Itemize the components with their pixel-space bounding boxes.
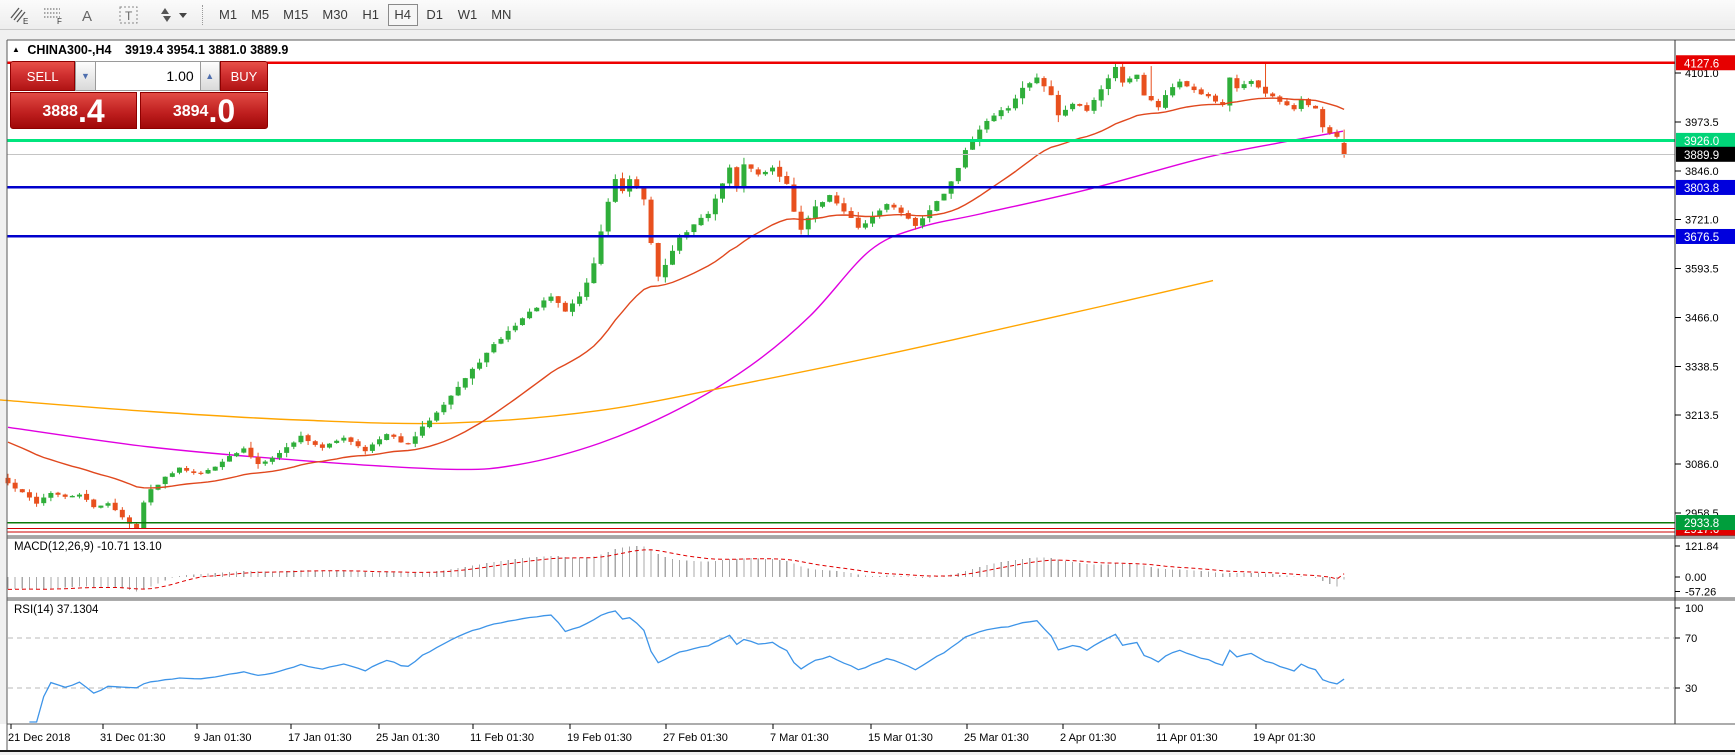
rsi-tick-30: 30 — [1685, 683, 1697, 695]
buy-price-decimal: .0 — [208, 95, 235, 127]
expert-advisor-icon[interactable]: E — [4, 3, 34, 27]
timeframe-button-H4[interactable]: H4 — [388, 4, 418, 26]
text-label-icon[interactable]: A — [72, 3, 102, 27]
date-label: 11 Feb 01:30 — [470, 732, 534, 744]
svg-text:A: A — [82, 8, 92, 25]
svg-text:3889.9: 3889.9 — [1684, 150, 1719, 162]
sell-price-decimal: .4 — [78, 95, 105, 127]
svg-text:3803.8: 3803.8 — [1684, 183, 1719, 195]
timeframe-button-H1[interactable]: H1 — [356, 4, 386, 26]
volume-decrease-button[interactable]: ▼ — [75, 61, 95, 91]
volume-increase-button[interactable]: ▲ — [200, 61, 220, 91]
rsi-tick-100: 100 — [1685, 603, 1703, 615]
text-label-icon: A — [76, 5, 98, 25]
date-label: 11 Apr 01:30 — [1156, 732, 1218, 744]
price-tick-3593.5: 3593.5 — [1685, 263, 1719, 275]
timeframe-button-M30[interactable]: M30 — [316, 4, 353, 26]
date-label: 15 Mar 01:30 — [868, 732, 933, 744]
date-label: 25 Jan 01:30 — [376, 732, 440, 744]
macd-tick-0.00: 0.00 — [1685, 572, 1706, 584]
svg-text:4127.6: 4127.6 — [1684, 58, 1719, 70]
sell-button[interactable]: SELL — [10, 61, 75, 91]
price-tick-3213.5: 3213.5 — [1685, 410, 1719, 422]
price-tick-3466.0: 3466.0 — [1685, 313, 1719, 325]
text-box-icon[interactable]: T — [114, 3, 144, 27]
date-label: 19 Apr 01:30 — [1253, 732, 1315, 744]
collapse-triangle-icon[interactable]: ▲ — [12, 45, 20, 54]
fibonacci-grid-icon[interactable]: F — [38, 3, 68, 27]
date-label: 2 Apr 01:30 — [1060, 732, 1116, 744]
svg-text:2933.8: 2933.8 — [1684, 518, 1719, 530]
sort-arrows-icon[interactable] — [152, 3, 192, 27]
chart-title: ▲ CHINA300-,H4 3919.4 3954.1 3881.0 3889… — [12, 43, 288, 57]
date-label: 9 Jan 01:30 — [194, 732, 252, 744]
rsi-tick-70: 70 — [1685, 633, 1697, 645]
macd-tick--57.26: -57.26 — [1685, 587, 1716, 599]
svg-text:F: F — [57, 17, 62, 25]
ohlc-values: 3919.4 3954.1 3881.0 3889.9 — [125, 43, 288, 57]
expert-advisor-icon: E — [8, 5, 30, 25]
svg-text:3676.5: 3676.5 — [1684, 232, 1719, 244]
price-tick-3846.0: 3846.0 — [1685, 166, 1719, 178]
buy-price-button[interactable]: 3894.0 — [140, 92, 268, 129]
timeframe-button-M1[interactable]: M1 — [213, 4, 243, 26]
price-tick-3973.5: 3973.5 — [1685, 117, 1719, 129]
timeframe-button-W1[interactable]: W1 — [452, 4, 484, 26]
fibonacci-grid-icon: F — [42, 5, 64, 25]
price-tick-3338.5: 3338.5 — [1685, 362, 1719, 374]
date-label: 17 Jan 01:30 — [288, 732, 352, 744]
sell-price-main: 3888 — [42, 97, 78, 127]
toolbar-separator — [202, 5, 204, 25]
macd-tick-121.84: 121.84 — [1685, 541, 1719, 553]
buy-button[interactable]: BUY — [220, 61, 268, 91]
volume-input[interactable] — [96, 61, 200, 91]
date-label: 27 Feb 01:30 — [663, 732, 728, 744]
date-label: 31 Dec 01:30 — [100, 732, 165, 744]
timeframe-button-M5[interactable]: M5 — [245, 4, 275, 26]
rsi-indicator-label: RSI(14) 37.1304 — [14, 604, 98, 616]
timeframe-button-group: M1M5M15M30H1H4D1W1MN — [212, 4, 518, 26]
date-label: 25 Mar 01:30 — [964, 732, 1029, 744]
svg-text:E: E — [23, 17, 28, 25]
timeframe-button-M15[interactable]: M15 — [277, 4, 314, 26]
sort-arrows-icon — [155, 5, 189, 25]
timeframe-button-MN[interactable]: MN — [485, 4, 517, 26]
price-tick-3086.0: 3086.0 — [1685, 459, 1719, 471]
svg-text:3926.0: 3926.0 — [1684, 136, 1719, 148]
one-click-trading-panel: SELL ▼ ▲ BUY 3888.4 3894.0 — [10, 61, 268, 129]
toolbar: E F A T — [0, 0, 1735, 30]
date-label: 19 Feb 01:30 — [567, 732, 632, 744]
date-label: 7 Mar 01:30 — [770, 732, 829, 744]
symbol-period-label: CHINA300-,H4 — [27, 43, 111, 57]
text-box-icon: T — [118, 5, 140, 25]
timeframe-button-D1[interactable]: D1 — [420, 4, 450, 26]
mt4-window: 4101.03973.53846.03721.03593.53466.03338… — [0, 0, 1735, 755]
bottom-window-edge — [0, 750, 1735, 752]
date-label: 21 Dec 2018 — [8, 732, 70, 744]
sell-price-button[interactable]: 3888.4 — [10, 92, 137, 129]
macd-indicator-label: MACD(12,26,9) -10.71 13.10 — [14, 541, 162, 553]
price-tick-3721.0: 3721.0 — [1685, 214, 1719, 226]
svg-text:T: T — [125, 9, 133, 23]
buy-price-main: 3894 — [173, 97, 209, 127]
